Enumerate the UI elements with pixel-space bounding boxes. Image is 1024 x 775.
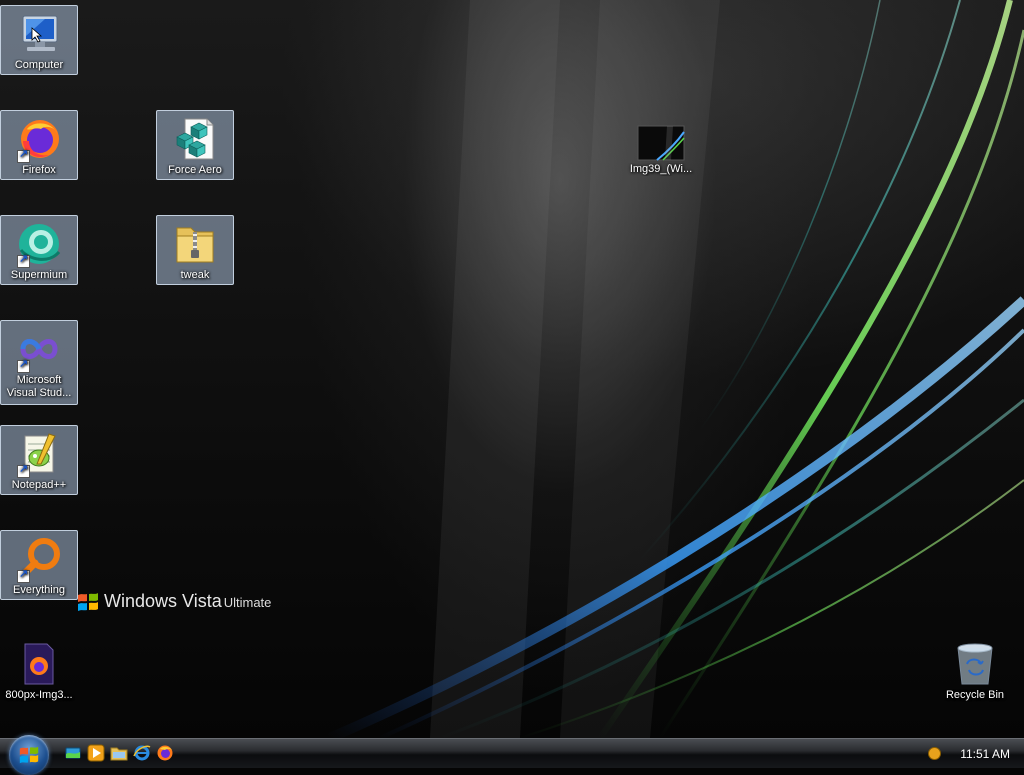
desktop-icon-label: Supermium (10, 269, 68, 281)
media-player-icon (87, 744, 105, 762)
desktop-icon-everything[interactable]: Everything (0, 530, 78, 600)
supermium-icon (15, 220, 63, 268)
tray-app-icon[interactable] (928, 747, 941, 760)
shortcut-arrow-icon (17, 568, 30, 583)
desktop-icon-recycle-bin[interactable]: Recycle Bin (936, 636, 1014, 706)
zip-folder-icon (171, 220, 219, 268)
everything-search-icon (15, 535, 63, 583)
firefox-icon (157, 745, 173, 761)
visual-studio-icon (15, 325, 63, 373)
desktop-icon-label: tweak (180, 269, 210, 281)
quick-launch-media-player[interactable] (87, 744, 105, 762)
shortcut-arrow-icon (17, 358, 30, 373)
desktop-icon-computer[interactable]: Computer (0, 5, 78, 75)
quick-launch-firefox[interactable] (156, 744, 174, 762)
desktop-icon-label: Everything (13, 584, 65, 596)
desktop-icon-firefox[interactable]: Firefox (0, 110, 78, 180)
watermark-edition: Ultimate (223, 594, 272, 610)
watermark-brand: Windows Vista (104, 590, 222, 611)
system-tray: 11:51 AM (924, 739, 1024, 768)
desktop-icon-label: Img39_(Wi... (629, 163, 693, 175)
quick-launch-internet-explorer[interactable] (133, 744, 151, 762)
explorer-icon (110, 747, 128, 761)
image-file-icon (637, 122, 685, 162)
windows-vista-watermark: Windows Vista Ultimate (76, 590, 271, 614)
firefox-icon (15, 115, 63, 163)
taskbar[interactable]: 11:51 AM (0, 735, 1024, 775)
quick-launch-explorer[interactable] (110, 744, 128, 762)
show-desktop-icon (65, 747, 81, 759)
windows-flag-icon (19, 746, 39, 764)
desktop-icon-label: Computer (14, 59, 64, 71)
desktop-icon-visual-studio[interactable]: Microsoft Visual Stud... (0, 320, 78, 405)
recycle-bin-icon (951, 640, 999, 688)
internet-explorer-icon (133, 745, 151, 761)
desktop-icon-label: Firefox (22, 164, 56, 176)
registry-file-icon (171, 115, 219, 163)
computer-icon (15, 10, 63, 58)
shortcut-arrow-icon (17, 148, 30, 163)
desktop-icon-label: Notepad++ (11, 479, 67, 491)
shortcut-arrow-icon (17, 253, 30, 268)
quick-launch-show-desktop[interactable] (64, 744, 82, 762)
windows-flag-icon (78, 593, 98, 611)
wallpaper-swooshes (327, 0, 1024, 738)
desktop-icon-label: Microsoft Visual Stud... (6, 374, 72, 399)
desktop-icon-notepadpp[interactable]: Notepad++ (0, 425, 78, 495)
desktop[interactable]: Computer Firefox (0, 0, 1024, 738)
desktop-icon-label: Recycle Bin (945, 689, 1005, 701)
firefox-document-icon (15, 640, 63, 688)
desktop-icon-supermium[interactable]: Supermium (0, 215, 78, 285)
desktop-icon-label: 800px-Img3... (5, 689, 73, 701)
desktop-icon-img39[interactable]: Img39_(Wi... (622, 118, 700, 180)
desktop-icon-800px-img[interactable]: 800px-Img3... (0, 636, 78, 706)
start-button[interactable] (9, 735, 49, 775)
notepadpp-icon (15, 430, 63, 478)
shortcut-arrow-icon (17, 463, 30, 478)
desktop-icon-tweak[interactable]: tweak (156, 215, 234, 285)
desktop-icon-force-aero[interactable]: Force Aero (156, 110, 234, 180)
desktop-icon-label: Force Aero (168, 164, 222, 176)
taskbar-clock[interactable]: 11:51 AM (960, 747, 1010, 761)
